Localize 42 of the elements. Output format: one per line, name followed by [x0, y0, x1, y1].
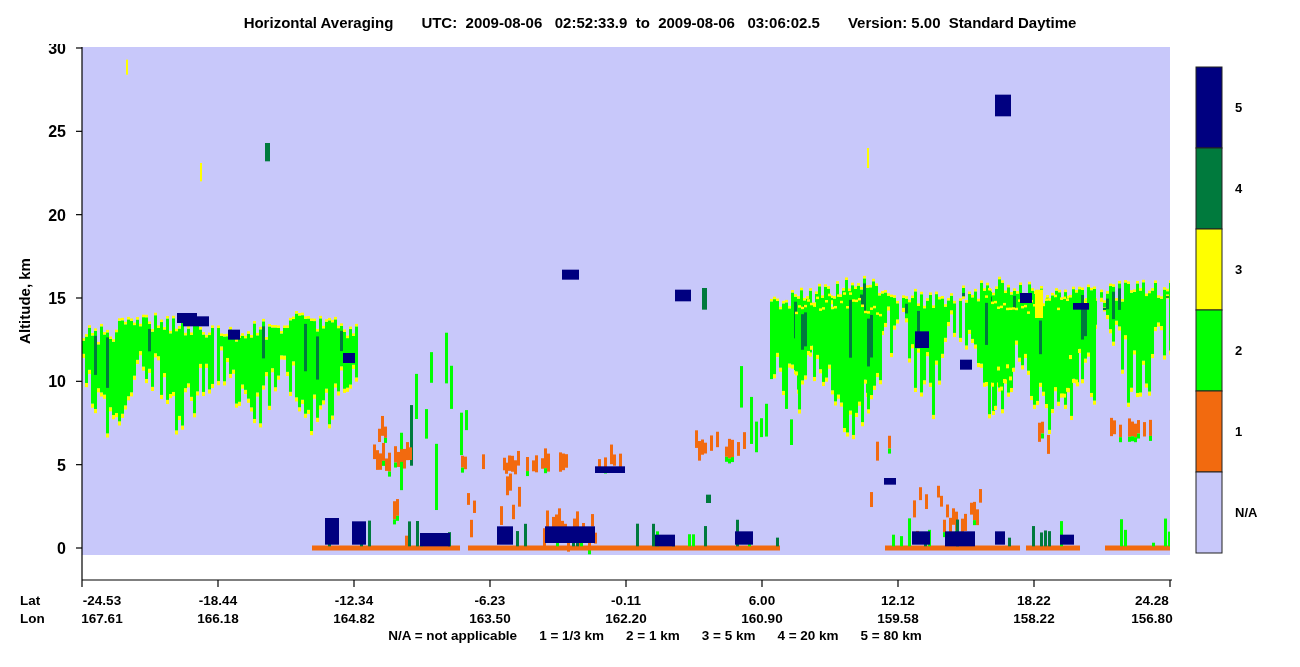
tick-label: 167.61: [81, 611, 123, 626]
tick-label: -0.11: [611, 593, 641, 608]
tick-label: 15: [48, 290, 66, 307]
legend-text: 2 = 1 km: [626, 628, 680, 643]
colorbar-label: 2: [1235, 343, 1243, 358]
tick-label: 159.58: [877, 611, 919, 626]
tick-label: 166.18: [197, 611, 239, 626]
chart-title: UTC: 2009-08-06 02:52:33.9 to 2009-08-06 03:06:02.5: [421, 13, 820, 31]
chart-title: Version: 5.00 Standard Daytime: [847, 13, 1077, 31]
legend-text: 1 = 1/3 km: [539, 628, 605, 643]
colorbar-label: 1: [1235, 424, 1243, 439]
tick-label: 158.22: [1013, 611, 1055, 626]
legend-text: 5 = 80 km: [860, 628, 922, 643]
colorbar-label: 5: [1235, 100, 1243, 115]
tick-label: -18.44: [198, 593, 238, 608]
tick-label: 163.50: [469, 611, 511, 626]
axis-label: Lon: [20, 611, 45, 626]
tick-label: -24.53: [82, 593, 122, 608]
tick-label: 160.90: [741, 611, 783, 626]
tick-label: 12.12: [881, 593, 915, 608]
colorbar-label: N/A: [1235, 505, 1258, 520]
legend-text: 4 = 20 km: [777, 628, 839, 643]
tick-label: 24.28: [1135, 593, 1169, 608]
tick-label: 25: [48, 123, 66, 141]
axis-label: Lat: [20, 593, 41, 608]
tick-label: 0: [57, 540, 66, 557]
colorbar-label: 3: [1235, 262, 1243, 277]
tick-label: -12.34: [334, 593, 374, 608]
tick-label: 18.22: [1017, 593, 1051, 608]
tick-label: 10: [48, 373, 66, 391]
chart-title: Horizontal Averaging: [243, 13, 394, 31]
tick-label: -6.23: [474, 593, 506, 608]
legend-text: 3 = 5 km: [701, 628, 756, 643]
tick-label: 164.82: [333, 611, 375, 626]
tick-label: 162.20: [605, 611, 647, 626]
colorbar-label: 4: [1235, 181, 1243, 196]
tick-label: 5: [57, 456, 66, 474]
axis-title: Altitude, km: [16, 258, 33, 344]
tick-label: 6.00: [748, 593, 776, 608]
tick-label: 156.80: [1131, 611, 1173, 626]
tick-label: 20: [48, 206, 66, 224]
legend-text: N/A = not applicable: [388, 628, 518, 643]
